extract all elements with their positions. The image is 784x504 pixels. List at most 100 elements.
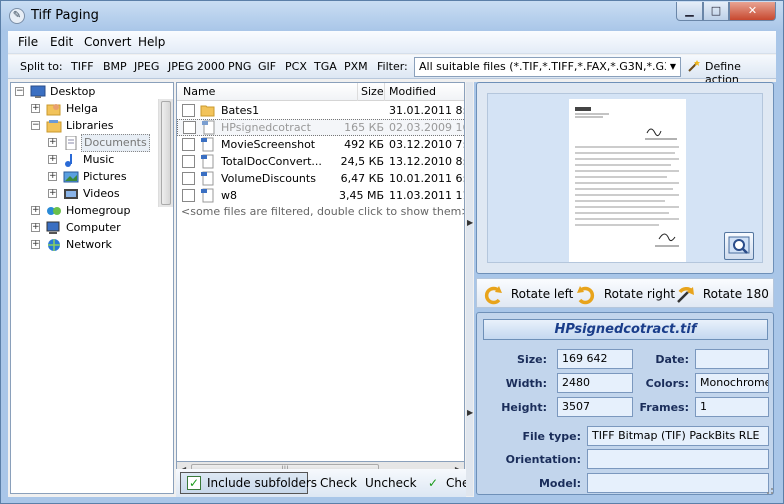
tree-label: Libraries (66, 119, 114, 132)
menu-bar: File Edit Convert Help (8, 31, 776, 54)
menu-convert[interactable]: Convert (84, 35, 131, 49)
column-divider[interactable] (384, 83, 385, 101)
model-field[interactable] (587, 473, 769, 493)
column-name[interactable]: Name (183, 85, 215, 98)
format-jpeg-button[interactable]: JPEG (134, 60, 159, 73)
split-to-label: Split to: (20, 60, 63, 73)
maximize-button[interactable]: □ (703, 2, 729, 21)
frames-field[interactable]: 1 (695, 397, 769, 417)
wand-icon[interactable] (687, 59, 701, 73)
documents-icon (65, 136, 77, 150)
file-row[interactable]: TotalDocConvert... 24,5 КБ 13.12.2010 8:… (177, 153, 464, 170)
rotate-180-button[interactable]: Rotate 180 (675, 283, 769, 305)
expand-icon[interactable]: + (48, 138, 57, 147)
column-size[interactable]: Size (361, 85, 384, 98)
format-png-button[interactable]: PNG (228, 60, 251, 73)
date-field[interactable] (695, 349, 769, 369)
expand-icon[interactable]: + (31, 206, 40, 215)
resize-grip-icon[interactable] (764, 485, 774, 495)
file-checkbox[interactable] (182, 104, 195, 117)
file-row[interactable]: Bates1 31.01.2011 8:30 (177, 102, 464, 119)
file-name: Bates1 (221, 104, 260, 117)
file-row[interactable]: VolumeDiscounts 6,47 КБ 10.01.2011 6:16 (177, 170, 464, 187)
colors-field[interactable]: Monochrome (695, 373, 769, 393)
file-row[interactable]: MovieScreenshot 492 КБ 03.12.2010 7:29 (177, 136, 464, 153)
format-gif-button[interactable]: GIF (258, 60, 276, 73)
height-label: Height: (501, 401, 547, 414)
expand-icon[interactable]: + (31, 240, 40, 249)
check-button[interactable]: Check (320, 476, 357, 490)
rotate-left-icon (484, 285, 502, 304)
column-modified[interactable]: Modified (389, 85, 436, 98)
expand-icon[interactable]: + (31, 104, 40, 113)
column-divider[interactable] (357, 83, 358, 101)
rotate-right-button[interactable]: Rotate right (576, 283, 675, 305)
close-button[interactable]: ✕ (729, 2, 776, 21)
file-size: 3,45 МБ (338, 189, 384, 202)
filter-dropdown[interactable]: All suitable files (*.TIF,*.TIFF,*.FAX,*… (414, 57, 681, 77)
expand-icon[interactable]: + (31, 223, 40, 232)
uncheck-button[interactable]: Uncheck (365, 476, 417, 490)
format-bmp-button[interactable]: BMP (103, 60, 127, 73)
page-thumbnail[interactable] (569, 99, 686, 262)
expand-icon[interactable]: + (48, 172, 57, 181)
folder-tree[interactable]: − Desktop + Helga − Libraries + Document… (10, 82, 174, 494)
file-list[interactable]: Name Size Modified Bates1 31.01.2011 8:3… (176, 82, 465, 462)
file-modified: 11.03.2011 11:0 (389, 189, 464, 202)
file-type-field[interactable]: TIFF Bitmap (TIF) PackBits RLE (587, 426, 769, 446)
file-row[interactable]: w8 3,45 МБ 11.03.2011 11:0 (177, 187, 464, 204)
size-field[interactable]: 169 642 (557, 349, 633, 369)
format-jpeg2000-button[interactable]: JPEG 2000 (168, 60, 225, 73)
title-bar[interactable]: ✎ Tiff Paging ▁ □ ✕ (1, 1, 783, 31)
file-checkbox[interactable] (183, 121, 196, 134)
folder-icon (200, 105, 215, 117)
format-tiff-button[interactable]: TIFF (71, 60, 94, 73)
include-subfolders-button[interactable]: ✓ Include subfolders (180, 472, 317, 494)
minimize-button[interactable]: ▁ (676, 2, 703, 21)
file-modified: 10.01.2011 6:16 (389, 172, 464, 185)
check-all-icon[interactable]: ✓ (428, 476, 438, 490)
format-tga-button[interactable]: TGA (314, 60, 337, 73)
chevron-down-icon[interactable]: ▼ (666, 58, 680, 76)
menu-edit[interactable]: Edit (50, 35, 73, 49)
file-checkbox[interactable] (182, 189, 195, 202)
music-icon (65, 154, 72, 167)
expand-icon[interactable]: + (48, 189, 57, 198)
height-field[interactable]: 3507 (557, 397, 633, 417)
filtered-files-note[interactable]: <some files are filtered, double click t… (181, 205, 464, 218)
file-checkbox[interactable] (182, 172, 195, 185)
collapse-icon[interactable]: − (15, 87, 24, 96)
preview-frame (476, 82, 774, 274)
expand-icon[interactable]: + (48, 155, 57, 164)
file-modified: 02.03.2009 16: (389, 121, 465, 134)
menu-help[interactable]: Help (138, 35, 165, 49)
app-icon[interactable]: ✎ (9, 8, 25, 24)
window-title: Tiff Paging (31, 8, 99, 23)
tree-label: Network (66, 238, 112, 251)
colors-label: Colors: (645, 377, 689, 390)
tree-label: Videos (83, 187, 120, 200)
expand-right-icon[interactable]: ▶ (467, 218, 473, 227)
tree-scrollbar[interactable] (158, 99, 173, 207)
rotate-left-button[interactable]: Rotate left (483, 283, 573, 305)
file-name: HPsignedcotract (221, 121, 311, 134)
zoom-preview-button[interactable] (724, 232, 754, 260)
scrollbar-thumb[interactable] (161, 101, 171, 205)
tiff-file-icon (201, 137, 214, 152)
file-actions-bar: ✓ Include subfolders Check Uncheck ✓ Che (176, 469, 469, 497)
file-checkbox[interactable] (182, 155, 195, 168)
file-row-selected[interactable]: HPsignedcotract 165 КБ 02.03.2009 16: (177, 119, 465, 136)
expand-right-icon[interactable]: ▶ (467, 408, 473, 417)
pane-splitter[interactable]: ▶ ▶ (466, 82, 473, 496)
collapse-icon[interactable]: − (31, 121, 40, 130)
format-pxm-button[interactable]: PXM (344, 60, 368, 73)
file-checkbox[interactable] (182, 138, 195, 151)
menu-file[interactable]: File (18, 35, 38, 49)
orientation-field[interactable] (587, 449, 769, 469)
document-preview-image (575, 107, 679, 247)
rotate-toolbar: Rotate left Rotate right Rotate 180 (476, 278, 774, 308)
width-field[interactable]: 2480 (557, 373, 633, 393)
format-pcx-button[interactable]: PCX (285, 60, 307, 73)
file-modified: 31.01.2011 8:30 (389, 104, 464, 117)
preview-area[interactable] (487, 93, 763, 263)
